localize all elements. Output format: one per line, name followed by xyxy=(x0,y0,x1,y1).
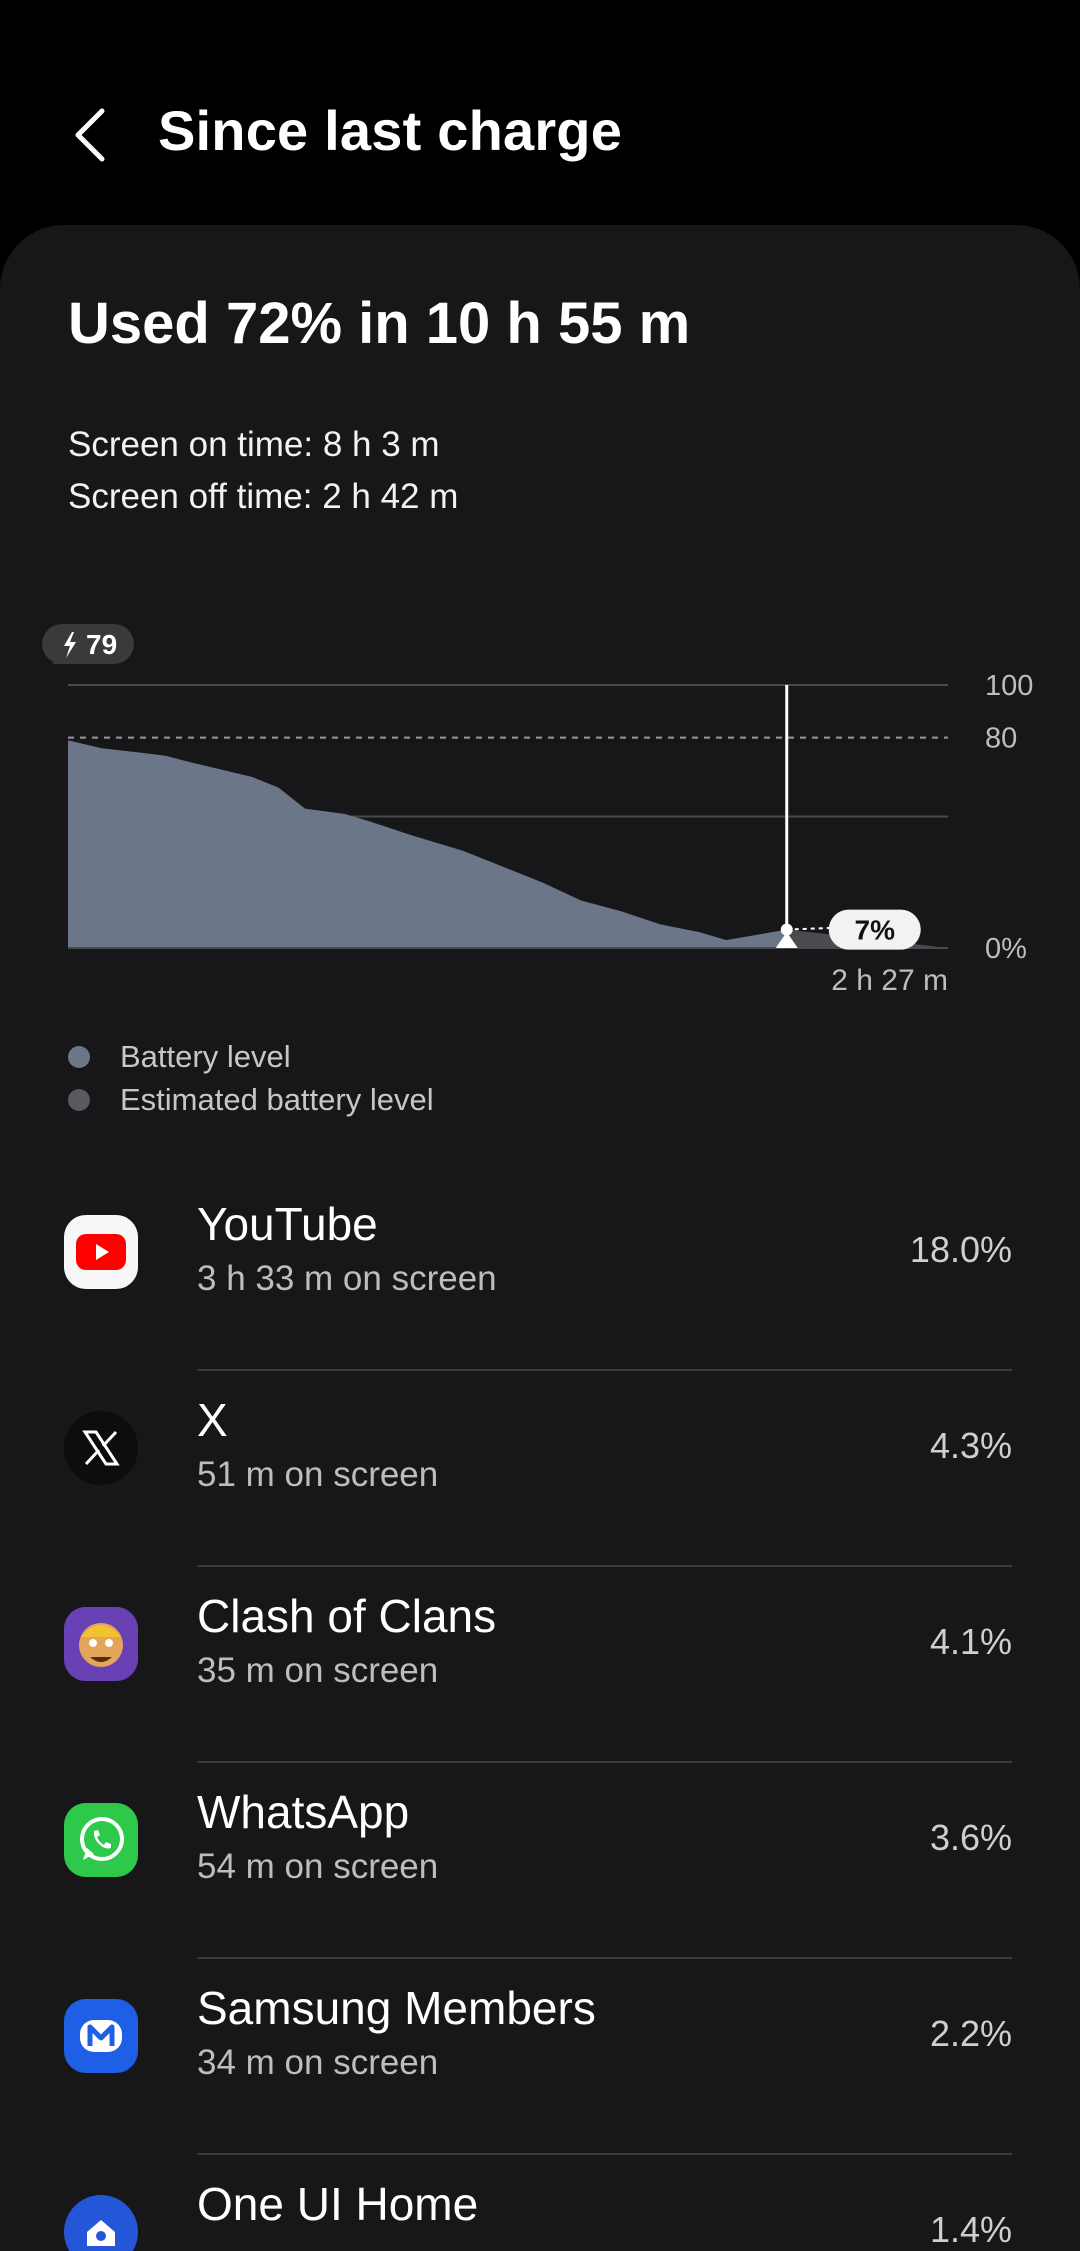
legend-dot-estimated xyxy=(68,1089,90,1111)
battery-chart[interactable]: 100 80 0% 7% 2 h 27 m 79 xyxy=(0,600,1080,1020)
youtube-icon xyxy=(64,1215,138,1289)
app-screen-time: 51 m on screen xyxy=(197,1455,439,1494)
legend-battery-level: Battery level xyxy=(68,1039,291,1075)
whatsapp-icon xyxy=(64,1803,138,1877)
app-percent: 1.4% xyxy=(929,2209,1012,2250)
app-row-whatsapp[interactable]: WhatsApp 54 m on screen 3.6% xyxy=(0,1763,1080,1959)
screen-on-time: Screen on time: 8 h 3 m xyxy=(68,425,440,464)
legend-label-estimated: Estimated battery level xyxy=(120,1082,434,1117)
app-name: Clash of Clans xyxy=(197,1590,497,1642)
app-percent: 4.3% xyxy=(929,1425,1012,1466)
app-screen-time: 3 h 33 m on screen xyxy=(197,1259,497,1298)
screen-off-time: Screen off time: 2 h 42 m xyxy=(68,477,459,516)
app-name: One UI Home xyxy=(197,2178,479,2230)
app-name: Samsung Members xyxy=(197,1982,596,2034)
app-screen-time: 34 m on screen xyxy=(197,2043,439,2082)
remaining-time-label: 2 h 27 m xyxy=(831,964,948,997)
app-row-youtube[interactable]: YouTube 3 h 33 m on screen 18.0% xyxy=(0,1175,1080,1371)
back-button[interactable] xyxy=(50,95,130,175)
y-tick-label: 0% xyxy=(985,933,1027,965)
legend-dot-battery xyxy=(68,1046,90,1068)
y-tick-label: 100 xyxy=(985,670,1033,702)
battery-usage-screen: Since last charge Used 72% in 10 h 55 m … xyxy=(0,0,1080,2251)
one-ui-home-icon xyxy=(64,2195,138,2251)
x-icon xyxy=(64,1411,138,1485)
app-screen-time: 35 m on screen xyxy=(197,1651,439,1690)
app-percent: 4.1% xyxy=(929,1621,1012,1662)
app-percent: 2.2% xyxy=(929,2013,1012,2054)
app-row-samsung-members[interactable]: Samsung Members 34 m on screen 2.2% xyxy=(0,1959,1080,2155)
battery-chart-svg: 100 80 0% 7% 2 h 27 m 79 xyxy=(42,624,1033,997)
header: Since last charge xyxy=(0,0,1080,225)
page-title: Since last charge xyxy=(158,99,623,162)
samsung-members-icon xyxy=(64,1999,138,2073)
app-percent: 3.6% xyxy=(929,1817,1012,1858)
clash-of-clans-icon xyxy=(64,1607,138,1681)
app-percent: 18.0% xyxy=(909,1229,1012,1270)
charge-badge-value: 79 xyxy=(86,629,117,660)
current-level-value: 7% xyxy=(855,915,896,946)
chevron-left-icon xyxy=(75,108,105,162)
app-row-clash-of-clans[interactable]: Clash of Clans 35 m on screen 4.1% xyxy=(0,1567,1080,1763)
legend-estimated-battery-level: Estimated battery level xyxy=(68,1082,434,1118)
app-screen-time: 54 m on screen xyxy=(197,1847,439,1886)
app-name: X xyxy=(197,1394,228,1446)
legend-label-battery: Battery level xyxy=(120,1039,291,1074)
battery-level-area xyxy=(68,740,787,948)
app-row-one-ui-home[interactable]: One UI Home 1.4% xyxy=(0,2155,1080,2251)
app-row-x[interactable]: X 51 m on screen 4.3% xyxy=(0,1371,1080,1567)
usage-summary-title: Used 72% in 10 h 55 m xyxy=(68,291,691,356)
app-name: WhatsApp xyxy=(197,1786,410,1838)
app-name: YouTube xyxy=(197,1198,378,1250)
y-tick-label: 80 xyxy=(985,723,1017,755)
